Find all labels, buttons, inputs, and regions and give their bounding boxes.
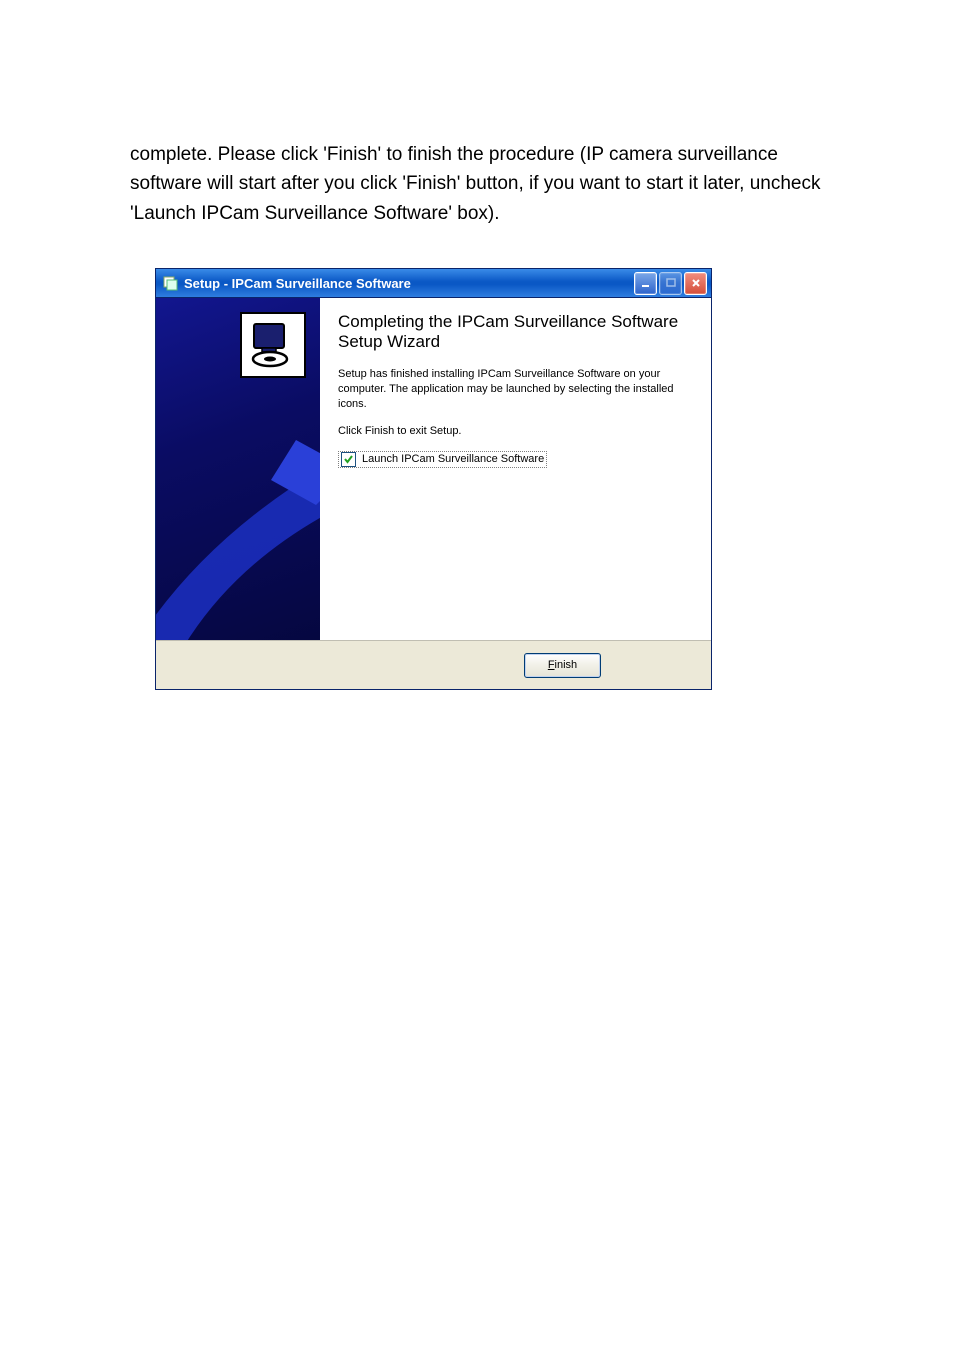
setup-icon bbox=[162, 275, 178, 291]
close-icon bbox=[691, 278, 701, 288]
maximize-icon bbox=[666, 278, 676, 288]
wizard-heading: Completing the IPCam Surveillance Softwa… bbox=[338, 312, 693, 351]
window-controls bbox=[634, 272, 707, 295]
maximize-button bbox=[659, 272, 682, 295]
document-paragraph: complete. Please click 'Finish' to finis… bbox=[130, 140, 824, 228]
wizard-body-text-1: Setup has finished installing IPCam Surv… bbox=[338, 367, 693, 412]
checkbox-label: Launch IPCam Surveillance Software bbox=[362, 453, 544, 465]
minimize-button[interactable] bbox=[634, 272, 657, 295]
close-button[interactable] bbox=[684, 272, 707, 295]
window-title: Setup - IPCam Surveillance Software bbox=[184, 276, 634, 291]
wizard-side-image bbox=[156, 298, 320, 640]
wizard-client-area: Completing the IPCam Surveillance Softwa… bbox=[156, 298, 711, 640]
finish-button[interactable]: Finish bbox=[524, 653, 601, 678]
wizard-body-text-2: Click Finish to exit Setup. bbox=[338, 424, 693, 439]
wizard-content: Completing the IPCam Surveillance Softwa… bbox=[320, 298, 711, 640]
launch-software-checkbox[interactable]: Launch IPCam Surveillance Software bbox=[338, 451, 547, 468]
titlebar[interactable]: Setup - IPCam Surveillance Software bbox=[156, 269, 711, 298]
checkbox-box bbox=[341, 452, 356, 467]
decorative-swoosh bbox=[156, 400, 320, 640]
monitor-disc-icon bbox=[240, 312, 306, 378]
check-icon bbox=[343, 454, 354, 465]
finish-button-label: Finish bbox=[548, 659, 577, 671]
minimize-icon bbox=[641, 278, 651, 288]
wizard-button-bar: Finish bbox=[156, 640, 711, 689]
setup-wizard-window: Setup - IPCam Surveillance Software bbox=[155, 268, 712, 690]
